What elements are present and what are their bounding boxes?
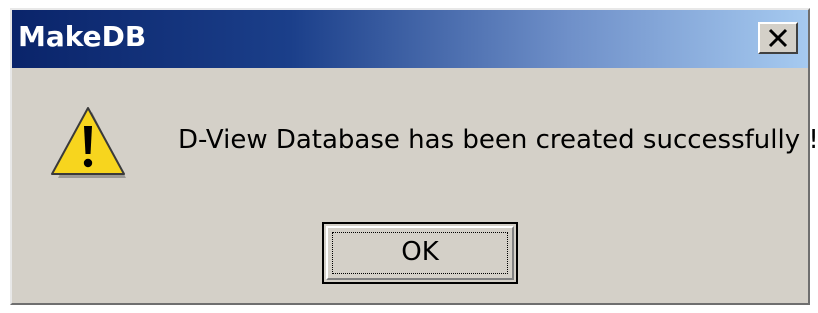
ok-button[interactable]: OK bbox=[322, 222, 518, 284]
warning-icon bbox=[51, 107, 126, 178]
window-title: MakeDB bbox=[18, 20, 147, 53]
dialog-message: D-View Database has been created success… bbox=[178, 125, 818, 155]
message-dialog: MakeDB D-View Database has been created … bbox=[10, 8, 818, 305]
close-icon bbox=[768, 28, 788, 48]
close-button[interactable] bbox=[758, 22, 798, 54]
ok-button-label: OK bbox=[401, 237, 439, 267]
title-bar[interactable]: MakeDB bbox=[12, 10, 808, 68]
